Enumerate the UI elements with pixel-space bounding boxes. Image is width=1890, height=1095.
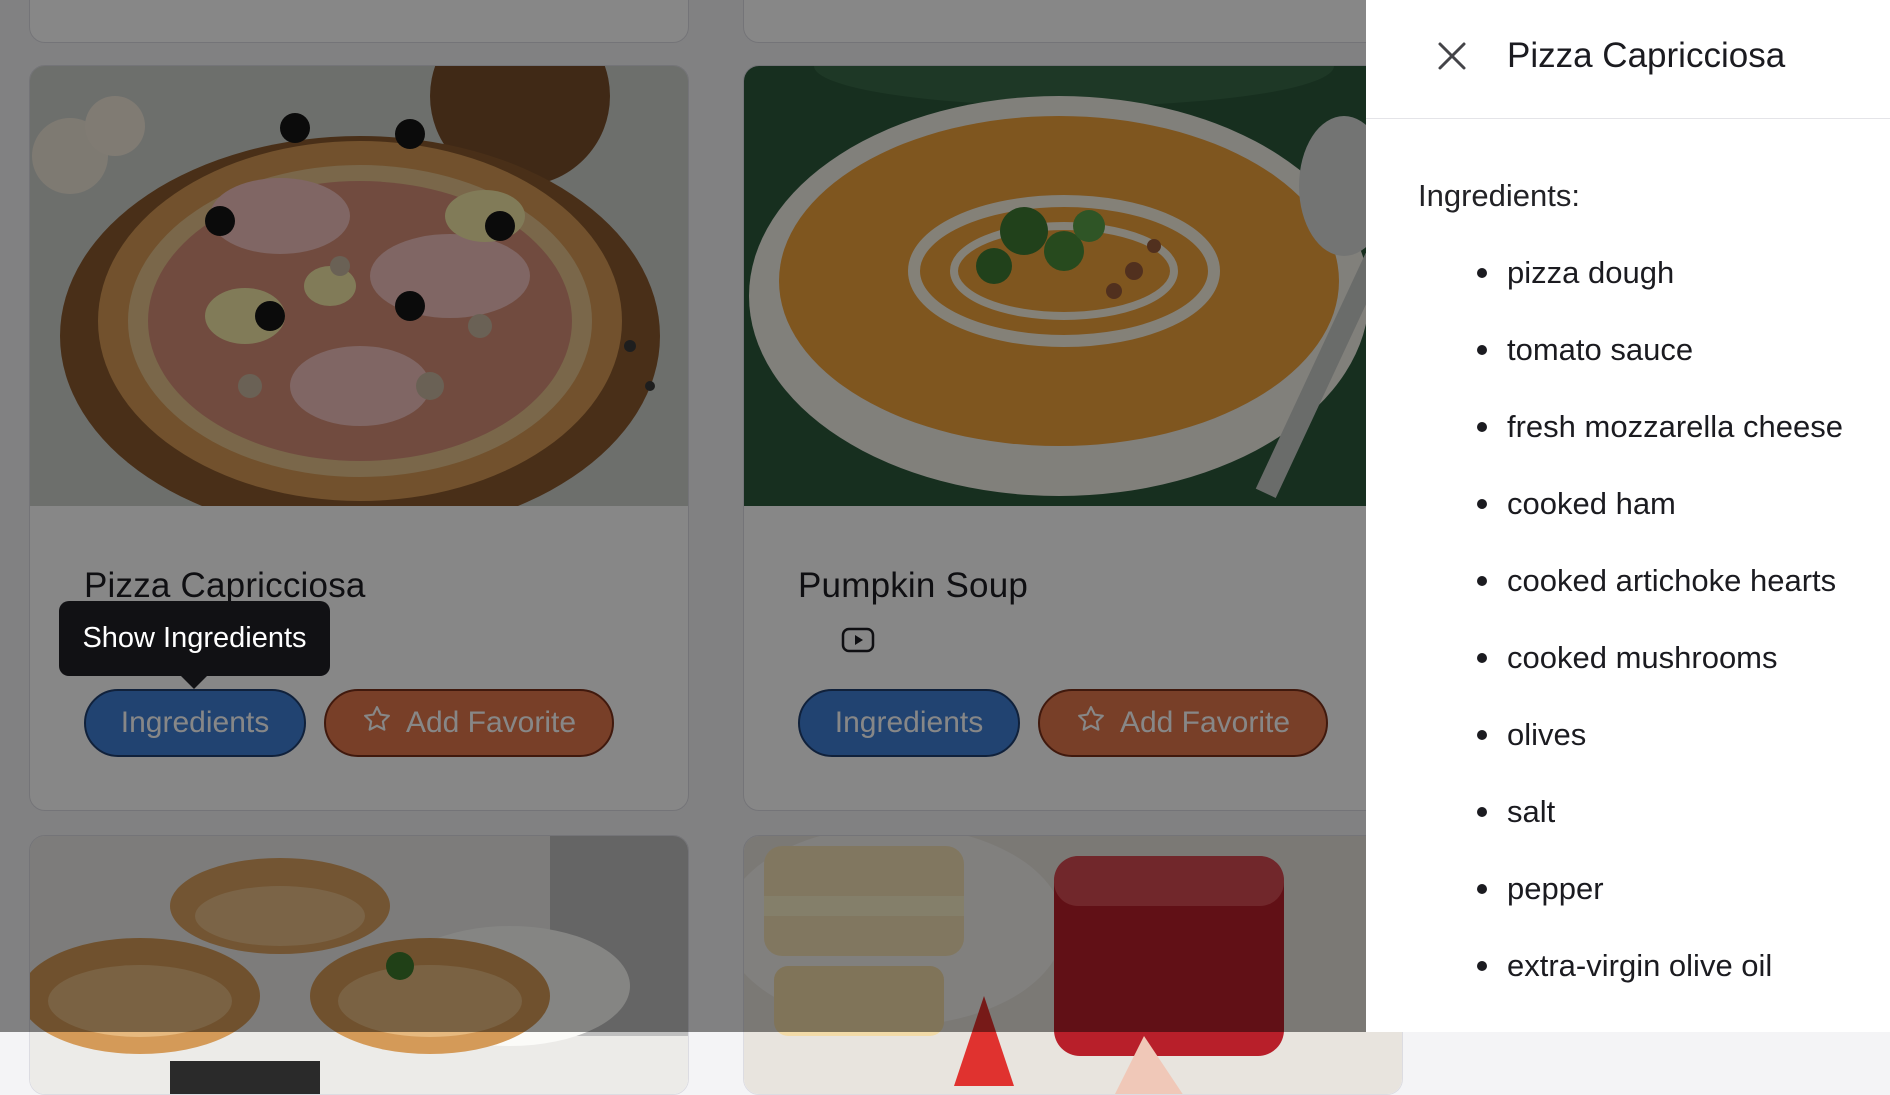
ingredient-item: cooked ham [1366,471,1843,548]
tooltip-arrow [181,676,207,689]
ingredients-heading: Ingredients: [1418,178,1580,213]
ingredient-name: cooked artichoke hearts [1507,563,1837,598]
tooltip: Show Ingredients [59,601,330,676]
bullet [1477,345,1487,355]
drawer-header: Pizza Capricciosa [1366,0,1890,119]
ingredient-item: extra-virgin olive oil [1366,933,1843,1010]
ingredient-item: tomato sauce [1366,317,1843,394]
bullet [1477,422,1487,432]
ingredient-name: cooked ham [1507,486,1676,521]
ingredient-name: fresh mozzarella cheese [1507,409,1843,444]
ingredient-item: cooked artichoke hearts [1366,548,1843,625]
close-icon[interactable] [1434,38,1470,74]
modal-backdrop[interactable] [0,0,1366,1032]
ingredient-name: olives [1507,717,1587,752]
ingredient-item: fresh mozzarella cheese [1366,394,1843,471]
bullet [1477,653,1487,663]
ingredient-item: olives [1366,702,1843,779]
bullet [1477,499,1487,509]
ingredient-item: cooked mushrooms [1366,625,1843,702]
bullet [1477,576,1487,586]
drawer-title: Pizza Capricciosa [1507,36,1786,75]
ingredient-name: pizza dough [1507,255,1675,290]
bullet [1477,884,1487,894]
ingredient-name: tomato sauce [1507,332,1694,367]
bullet [1477,961,1487,971]
ingredient-item: pizza dough [1366,240,1843,317]
bullet [1477,730,1487,740]
ingredient-name: extra-virgin olive oil [1507,948,1773,983]
bullet [1477,807,1487,817]
ingredients-list: pizza dough tomato sauce fresh mozzarell… [1366,240,1843,1010]
ingredient-name: salt [1507,794,1556,829]
ingredient-name: cooked mushrooms [1507,640,1778,675]
ingredients-drawer: Pizza Capricciosa Ingredients: pizza dou… [1366,0,1890,1032]
bullet [1477,268,1487,278]
ingredient-name: pepper [1507,871,1604,906]
ingredient-item: pepper [1366,856,1843,933]
ingredient-item: salt [1366,779,1843,856]
recipe-page: Pizza Capricciosa Ingredients Add Favori… [0,0,1890,1095]
